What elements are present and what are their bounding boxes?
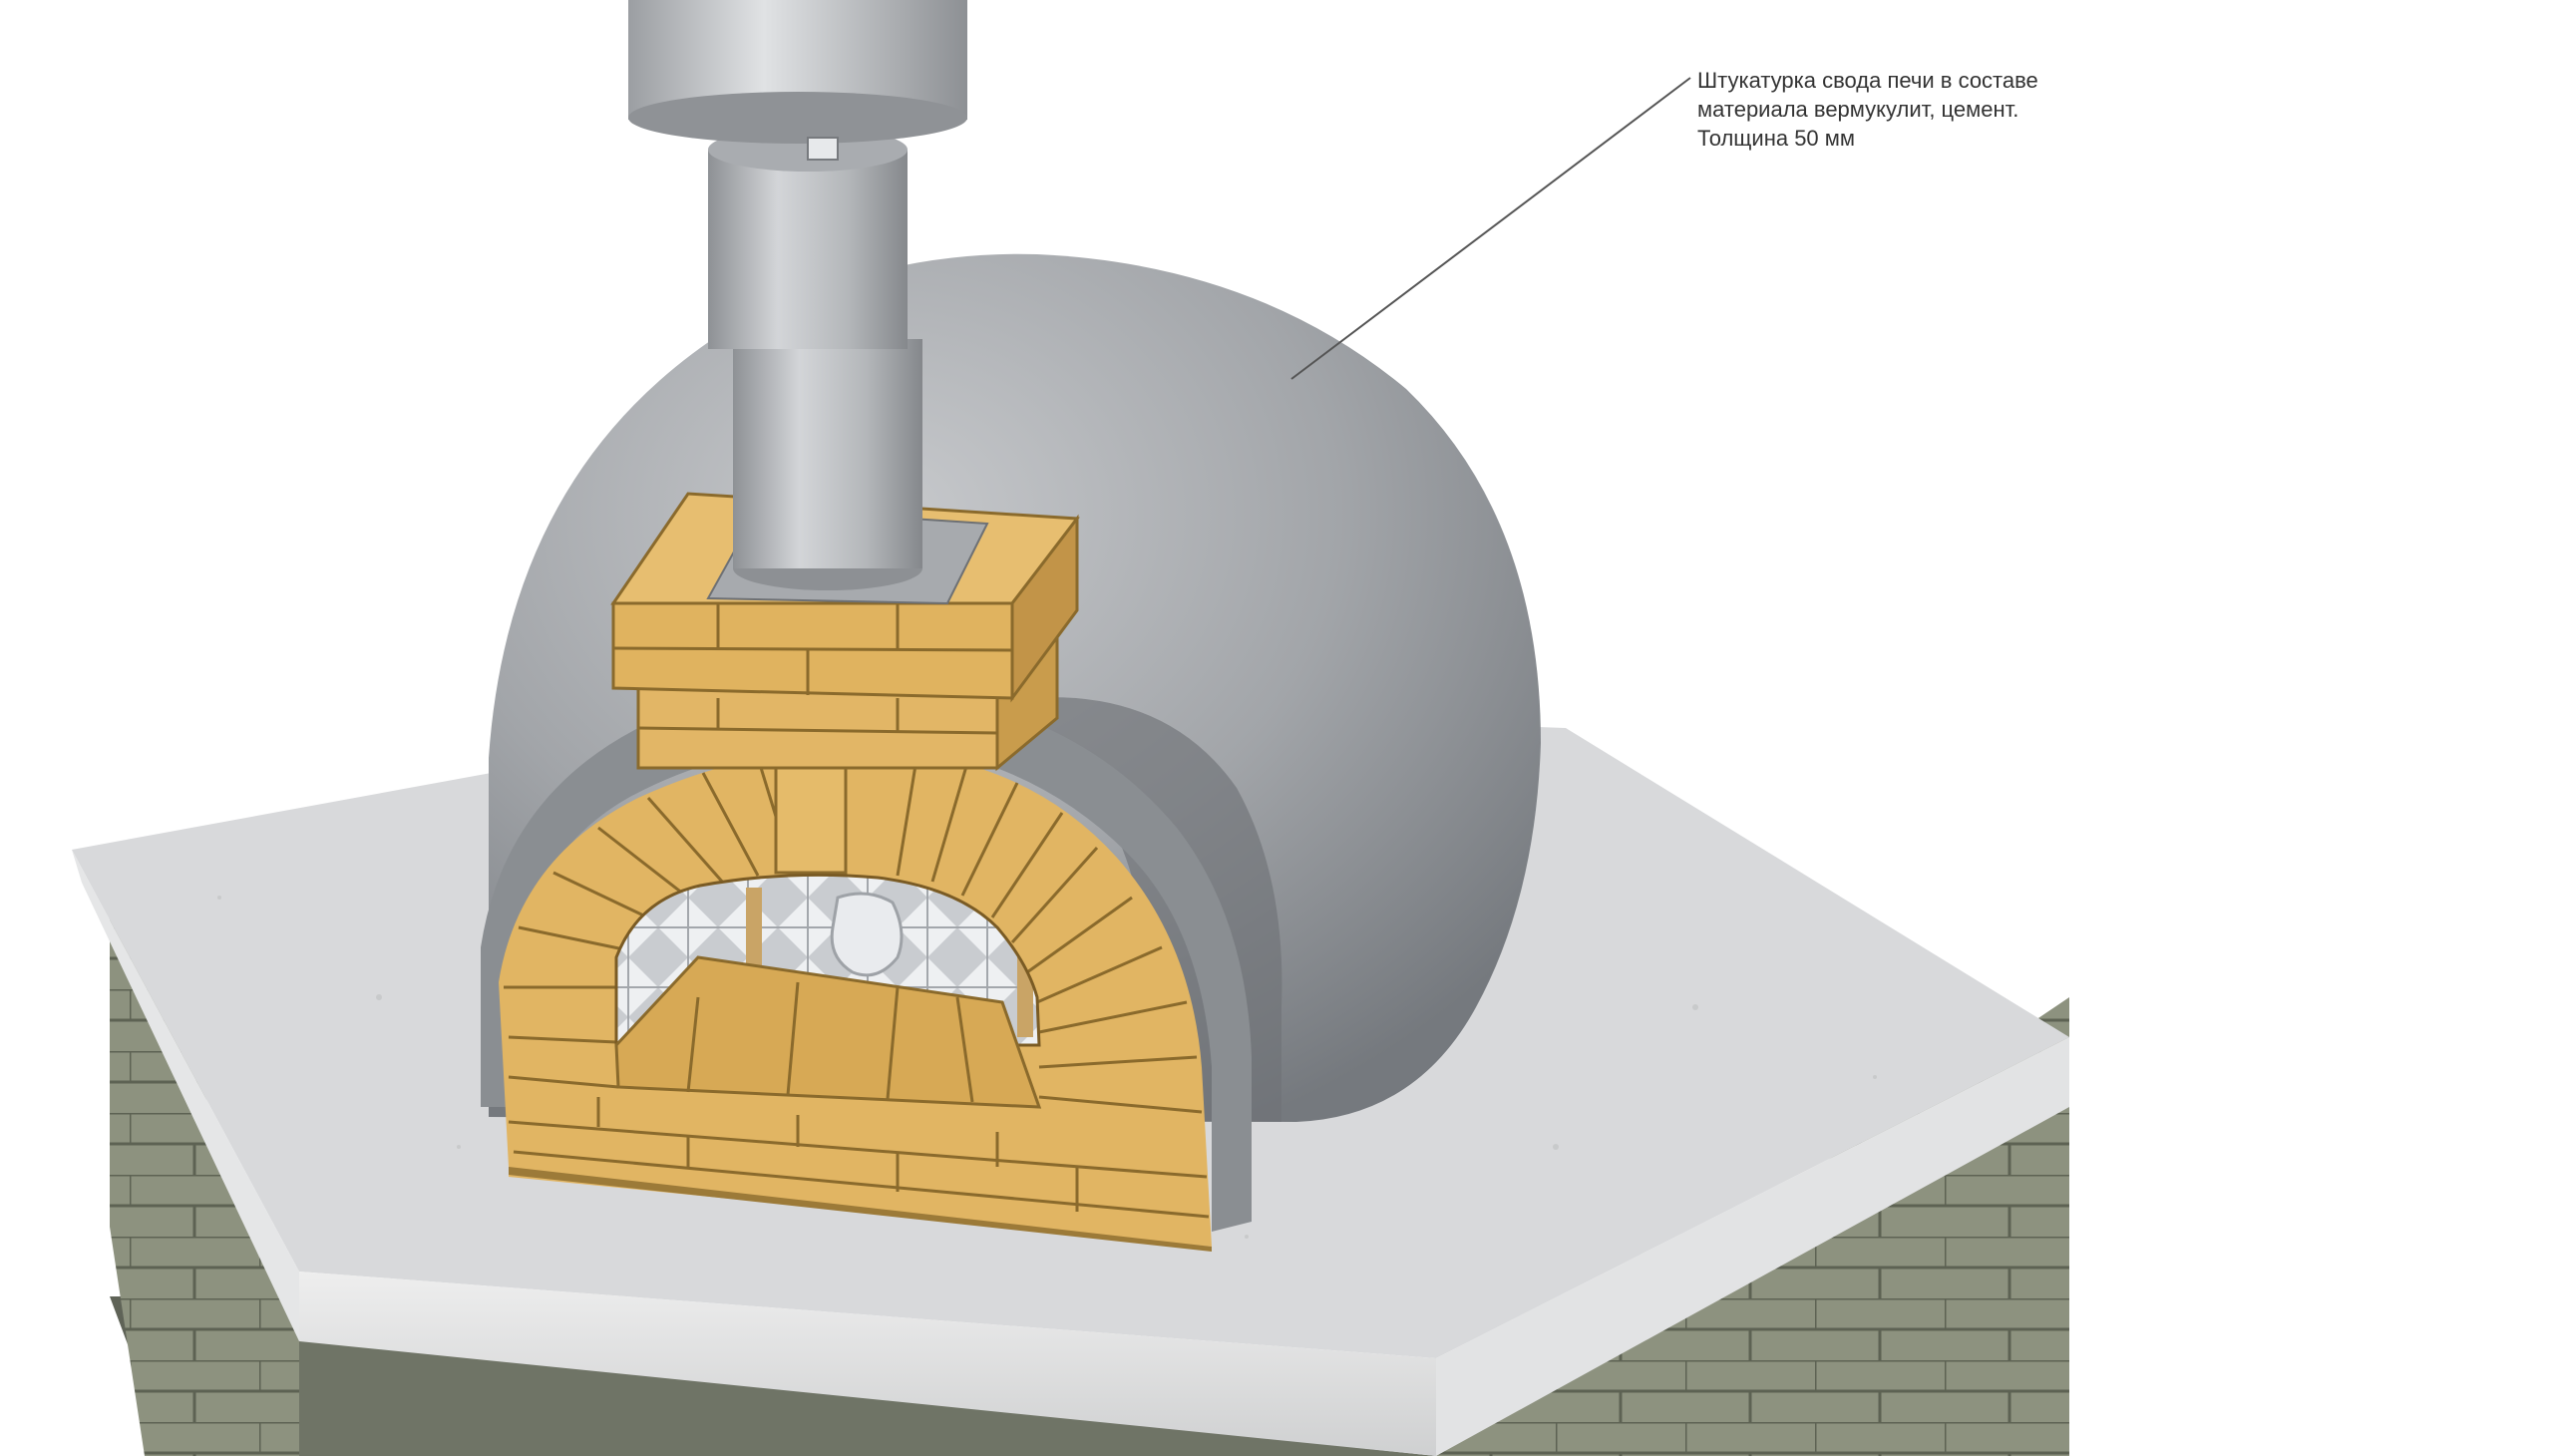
callout-line-3: Толщина 50 мм bbox=[1697, 126, 1856, 151]
plaster-callout: Штукатурка свода печи в составе материал… bbox=[1697, 66, 2256, 153]
callout-line-1: Штукатурка свода печи в составе bbox=[1697, 68, 2038, 93]
callout-line-2: материала вермукулит, цемент. bbox=[1697, 97, 2019, 122]
callout-leader-line bbox=[1290, 77, 1691, 380]
oven-scene bbox=[72, 0, 2069, 1456]
